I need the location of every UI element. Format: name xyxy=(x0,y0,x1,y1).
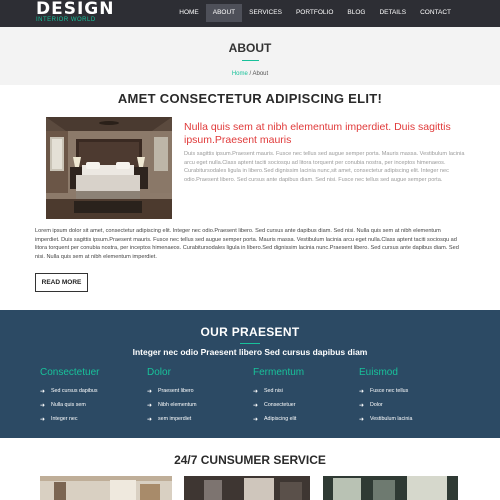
arrow-right-icon: ➜ xyxy=(253,416,259,423)
nav-details[interactable]: DETAILS xyxy=(372,4,413,22)
list-item[interactable]: ➜ Sed cursus dapibus xyxy=(40,384,140,398)
gallery-thumb[interactable] xyxy=(40,476,172,500)
list-item-label: Vestibulum lacinia xyxy=(370,416,413,422)
page-banner: ABOUT Home / About xyxy=(0,27,500,85)
nav-blog[interactable]: BLOG xyxy=(340,4,372,22)
praesent-subtitle: Integer nec odio Praesent libero Sed cur… xyxy=(132,347,368,357)
arrow-right-icon: ➜ xyxy=(359,402,365,409)
nav-portfolio[interactable]: PORTFOLIO xyxy=(289,4,340,22)
room-illustration xyxy=(184,476,310,500)
praesent-column: Consectetuer ➜ Sed cursus dapibus ➜ Nulla … xyxy=(40,367,140,426)
list-item[interactable]: ➜ Nibh elementum xyxy=(147,398,247,412)
service-heading: 24/7 CUNSUMER SERVICE xyxy=(174,453,326,467)
praesent-divider xyxy=(240,343,260,344)
list-item[interactable]: ➜ Integer nec xyxy=(40,412,140,426)
list-item-label: Sed cursus dapibus xyxy=(51,388,98,394)
about-blurb: Duis sagittis ipsum.Praesent mauris. Fus… xyxy=(184,151,465,184)
list-item-label: Fusce nec tellus xyxy=(370,388,409,394)
list-item-label: Consectetuer xyxy=(264,402,296,408)
list-item-label: Adipiscing elit xyxy=(264,416,297,422)
list-item-label: Nibh elementum xyxy=(158,402,197,408)
arrow-right-icon: ➜ xyxy=(359,416,365,423)
list-item-label: Sed nisi xyxy=(264,388,283,394)
nav-contact[interactable]: CONTACT xyxy=(413,4,458,22)
list-item[interactable]: ➜ Fusce nec tellus xyxy=(359,384,459,398)
bedroom-illustration xyxy=(46,117,172,219)
arrow-right-icon: ➜ xyxy=(40,416,46,423)
room-illustration xyxy=(40,476,172,500)
nav-services[interactable]: SERVICES xyxy=(242,4,289,22)
list-item[interactable]: ➜ Praesent libero xyxy=(147,384,247,398)
top-navbar: DESIGN INTERIOR WORLD HOME ABOUT SERVICE… xyxy=(0,0,500,27)
column-heading: Dolor xyxy=(147,367,171,378)
breadcrumb-current: About xyxy=(252,71,269,77)
bedroom-photo xyxy=(46,117,172,219)
breadcrumb-home-link[interactable]: Home xyxy=(232,71,248,77)
list-item[interactable]: ➜ Sed nisi xyxy=(253,384,353,398)
gallery-thumb[interactable] xyxy=(184,476,310,500)
list-item-label: Nulla quis sem xyxy=(51,402,86,408)
list-item[interactable]: ➜ Nulla quis sem xyxy=(40,398,140,412)
column-heading: Consectetuer xyxy=(40,367,100,378)
read-more-button[interactable]: READ MORE xyxy=(35,273,88,292)
list-item[interactable]: ➜ Vestibulum lacinia xyxy=(359,412,459,426)
list-item-label: Dolor xyxy=(370,402,383,408)
site-logo-tagline: INTERIOR WORLD xyxy=(36,17,96,23)
about-heading: AMET CONSECTETUR ADIPISCING ELIT! xyxy=(117,91,383,106)
arrow-right-icon: ➜ xyxy=(147,388,153,395)
praesent-title: OUR PRAESENT xyxy=(200,325,300,339)
arrow-right-icon: ➜ xyxy=(253,402,259,409)
room-illustration xyxy=(323,476,458,500)
about-subtitle: Nulla quis sem at nibh elementum imperdi… xyxy=(184,121,451,146)
arrow-right-icon: ➜ xyxy=(40,402,46,409)
arrow-right-icon: ➜ xyxy=(359,388,365,395)
praesent-column: Dolor ➜ Praesent libero ➜ Nibh elementum ➜… xyxy=(147,367,247,426)
column-heading: Euismod xyxy=(359,367,398,378)
list-item[interactable]: ➜ Consectetuer xyxy=(253,398,353,412)
title-divider xyxy=(242,60,259,61)
page-title: ABOUT xyxy=(228,41,272,55)
arrow-right-icon: ➜ xyxy=(40,388,46,395)
arrow-right-icon: ➜ xyxy=(147,416,153,423)
list-item-label: Integer nec xyxy=(51,416,78,422)
list-item[interactable]: ➜ Dolor xyxy=(359,398,459,412)
praesent-section: OUR PRAESENT Integer nec odio Praesent l… xyxy=(0,310,500,438)
praesent-column: Euismod ➜ Fusce nec tellus ➜ Dolor ➜ Vestib… xyxy=(359,367,459,426)
breadcrumb: Home / About xyxy=(0,71,500,77)
list-item-label: sem imperdiet xyxy=(158,416,192,422)
praesent-column: Fermentum ➜ Sed nisi ➜ Consectetuer ➜ Adipi… xyxy=(253,367,353,426)
list-item[interactable]: ➜ sem imperdiet xyxy=(147,412,247,426)
about-paragraph: Lorem ipsum dolor sit amet, consectetur … xyxy=(35,228,459,260)
arrow-right-icon: ➜ xyxy=(253,388,259,395)
list-item[interactable]: ➜ Adipiscing elit xyxy=(253,412,353,426)
arrow-right-icon: ➜ xyxy=(147,402,153,409)
list-item-label: Praesent libero xyxy=(158,388,194,394)
service-gallery xyxy=(0,476,500,500)
gallery-thumb[interactable] xyxy=(323,476,458,500)
nav-home[interactable]: HOME xyxy=(172,4,206,22)
column-heading: Fermentum xyxy=(253,367,305,378)
nav-about[interactable]: ABOUT xyxy=(205,4,243,22)
main-menu: HOME ABOUT SERVICES PORTFOLIO BLOG DETAI… xyxy=(172,4,458,22)
